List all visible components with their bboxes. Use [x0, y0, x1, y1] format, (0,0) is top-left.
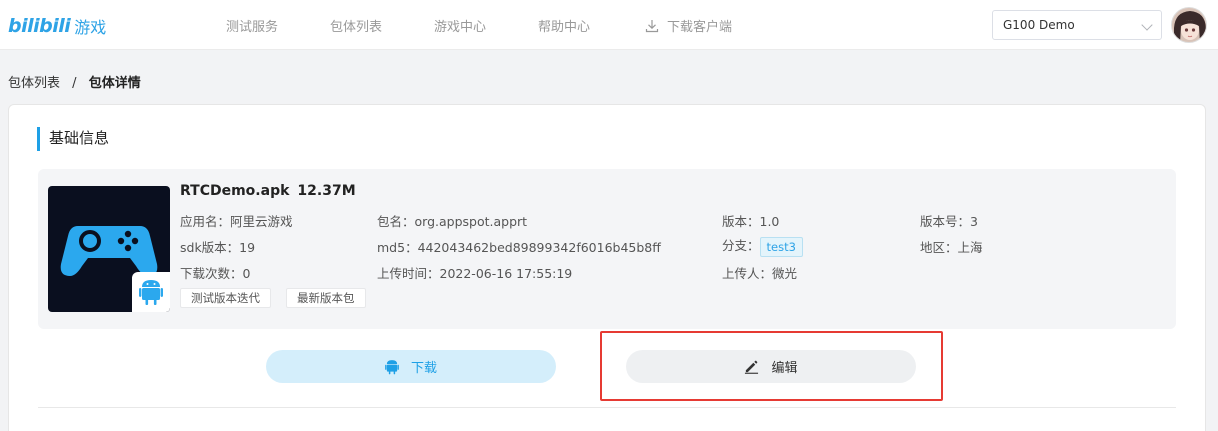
branch-tag: test3 — [759, 236, 803, 257]
region: 地区：上海 — [920, 240, 983, 255]
branch-label: 分支： — [722, 238, 760, 253]
pencil-icon — [745, 360, 759, 374]
upload-time: 上传时间：2022-06-16 17:55:19 — [377, 266, 573, 281]
chevron-down-icon — [1141, 19, 1153, 31]
android-icon — [385, 359, 399, 374]
package-name: 包名：org.appspot.apprt — [377, 214, 528, 229]
download-button-label: 下载 — [410, 361, 437, 376]
avatar[interactable] — [1171, 7, 1207, 43]
nav-download-client-label: 下载客户端 — [667, 20, 733, 35]
nav-test-service[interactable]: 测试服务 — [226, 16, 278, 35]
app-icon — [48, 186, 170, 312]
version: 版本：1.0 — [722, 214, 780, 229]
android-badge — [132, 272, 170, 312]
edit-button-label: 编辑 — [771, 361, 798, 376]
nav-game-center[interactable]: 游戏中心 — [434, 16, 486, 35]
logo-mark: bilibili — [8, 15, 71, 37]
download-button[interactable]: 下载 — [266, 350, 556, 383]
breadcrumb-package-list[interactable]: 包体列表 — [8, 76, 60, 91]
version-code: 版本号：3 — [920, 214, 978, 229]
breadcrumb: 包体列表 / 包体详情 — [8, 72, 141, 91]
package-detail-card: 基础信息 RTCDemo.apk 12.37M 应用名：阿里云游戏 sdk版本：… — [8, 104, 1206, 431]
android-icon — [139, 280, 163, 305]
download-icon — [645, 20, 659, 33]
breadcrumb-current: 包体详情 — [88, 76, 141, 91]
divider — [38, 407, 1176, 408]
project-select[interactable]: G100 Demo — [992, 10, 1162, 40]
nav-package-list[interactable]: 包体列表 — [330, 16, 382, 35]
tag-chip[interactable]: 最新版本包 — [286, 288, 366, 308]
edit-button[interactable]: 编辑 — [626, 350, 916, 383]
project-select-value: G100 Demo — [1003, 18, 1075, 32]
branch: 分支： test3 — [722, 235, 803, 257]
package-info-panel: RTCDemo.apk 12.37M 应用名：阿里云游戏 sdk版本：19 下载次… — [38, 169, 1176, 329]
sdk-version: sdk版本：19 — [180, 240, 256, 255]
nav-download-client[interactable]: 下载客户端 — [645, 16, 732, 35]
uploader: 上传人：微光 — [722, 266, 798, 281]
file-size: 12.37M — [297, 183, 356, 199]
md5: md5：442043462bed89899342f6016b45b8ff — [377, 240, 661, 255]
section-title: 基础信息 — [37, 127, 109, 151]
bilibili-game-logo[interactable]: bilibili 游戏 — [8, 14, 106, 38]
logo-text: 游戏 — [74, 18, 107, 37]
download-count: 下载次数：0 — [180, 266, 251, 281]
avatar-image — [1172, 8, 1206, 42]
top-header: bilibili 游戏 测试服务 包体列表 游戏中心 帮助中心 下载客户端 G1… — [0, 0, 1218, 50]
app-name: 应用名：阿里云游戏 — [180, 214, 293, 229]
file-title: RTCDemo.apk 12.37M — [180, 183, 356, 199]
tag-chip[interactable]: 测试版本迭代 — [180, 288, 271, 308]
breadcrumb-separator: / — [72, 76, 77, 91]
file-name: RTCDemo.apk — [180, 183, 290, 199]
nav-help-center[interactable]: 帮助中心 — [538, 16, 590, 35]
